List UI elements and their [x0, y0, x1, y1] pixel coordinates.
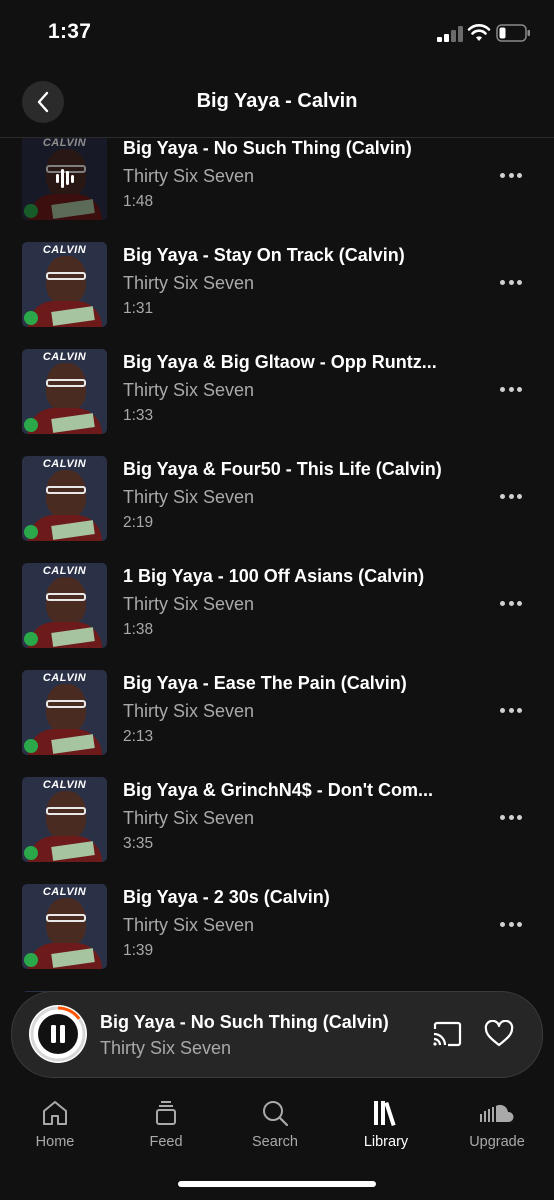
track-artist: Thirty Six Seven [123, 594, 255, 614]
now-playing-title: Big Yaya - No Such Thing (Calvin) [100, 1012, 389, 1032]
page-title: Big Yaya - Calvin [196, 90, 358, 112]
track-duration: 1:33 [123, 407, 154, 424]
track-duration: 2:19 [123, 514, 154, 531]
artwork-logo: CALVIN [42, 672, 87, 684]
track-duration: 2:13 [123, 728, 154, 745]
track-artwork: CALVIN [22, 349, 107, 434]
library-icon [374, 1101, 396, 1127]
track-artist: Thirty Six Seven [123, 273, 255, 293]
tab-home[interactable]: Home [5, 1092, 105, 1162]
artwork-logo: CALVIN [42, 351, 87, 363]
track-row[interactable]: CALVIN Big Yaya - 2 30s (Calvin) Thirty … [0, 884, 554, 991]
tab-label: Upgrade [469, 1134, 525, 1150]
equalizer-icon [55, 168, 74, 188]
track-artist: Thirty Six Seven [123, 166, 255, 186]
battery-icon [496, 24, 530, 42]
nav-header: Big Yaya - Calvin [0, 64, 554, 138]
track-row[interactable]: CALVIN Big Yaya & Four50 - This Life (Ca… [0, 456, 554, 563]
tab-upgrade[interactable]: Upgrade [447, 1092, 547, 1162]
wifi-icon [467, 24, 491, 41]
track-artist: Thirty Six Seven [123, 487, 255, 507]
track-title: Big Yaya - Stay On Track (Calvin) [123, 245, 405, 265]
track-title: Big Yaya - Ease The Pain (Calvin) [123, 673, 407, 693]
track-duration: 1:48 [123, 193, 154, 210]
track-artist: Thirty Six Seven [123, 808, 255, 828]
cast-icon[interactable] [432, 1021, 462, 1047]
tab-label: Feed [149, 1134, 183, 1150]
soundcloud-icon [480, 1104, 514, 1122]
track-title: Big Yaya - 2 30s (Calvin) [123, 887, 330, 907]
track-title: Big Yaya - No Such Thing (Calvin) [123, 138, 412, 158]
track-artist: Thirty Six Seven [123, 380, 255, 400]
track-artwork: CALVIN [22, 884, 107, 969]
status-bar: 1:37 [0, 0, 554, 64]
track-row[interactable]: CALVIN Big Yaya & GrinchN4$ - Don't Com.… [0, 777, 554, 884]
feed-icon [156, 1101, 176, 1125]
tab-search[interactable]: Search [225, 1092, 325, 1162]
track-list[interactable]: CALVIN Big Yaya - No Such Thing (Calvin)… [0, 138, 554, 992]
tab-label: Search [252, 1134, 298, 1150]
more-options-button[interactable] [496, 379, 526, 399]
tab-library[interactable]: Library [336, 1092, 436, 1162]
track-row[interactable]: CALVIN 1 Big Yaya - 100 Off Asians (Calv… [0, 563, 554, 670]
track-duration: 1:39 [123, 942, 154, 959]
track-title: Big Yaya & GrinchN4$ - Don't Com... [123, 780, 434, 800]
home-indicator [178, 1181, 376, 1187]
more-options-button[interactable] [496, 165, 526, 185]
progress-ring [30, 1006, 86, 1062]
more-options-button[interactable] [496, 700, 526, 720]
home-icon [43, 1101, 67, 1125]
mini-player[interactable]: Big Yaya - No Such Thing (Calvin) Thirty… [11, 991, 543, 1078]
pause-button[interactable] [29, 1005, 87, 1063]
track-artist: Thirty Six Seven [123, 915, 255, 935]
track-title: 1 Big Yaya - 100 Off Asians (Calvin) [123, 566, 425, 586]
now-playing-overlay [22, 138, 107, 220]
track-row[interactable]: CALVIN Big Yaya - Stay On Track (Calvin)… [0, 242, 554, 349]
track-artwork: CALVIN [22, 242, 107, 327]
track-title: Big Yaya & Big Gltaow - Opp Runtz... [123, 352, 437, 372]
more-options-button[interactable] [496, 593, 526, 613]
track-row[interactable]: CALVIN Big Yaya - Ease The Pain (Calvin)… [0, 670, 554, 777]
track-artwork: CALVIN [22, 456, 107, 541]
artwork-logo: CALVIN [42, 779, 87, 791]
track-artist: Thirty Six Seven [123, 701, 255, 721]
tab-label: Library [363, 1134, 409, 1150]
status-time: 1:37 [48, 20, 92, 43]
artwork-logo: CALVIN [42, 458, 87, 470]
track-title: Big Yaya & Four50 - This Life (Calvin) [123, 459, 442, 479]
track-row[interactable]: CALVIN Big Yaya - No Such Thing (Calvin)… [0, 138, 554, 242]
tab-feed[interactable]: Feed [116, 1092, 216, 1162]
more-options-button[interactable] [496, 807, 526, 827]
now-playing-artist: Thirty Six Seven [100, 1038, 232, 1058]
more-options-button[interactable] [496, 914, 526, 934]
cellular-signal-icon [437, 26, 463, 42]
track-duration: 1:31 [123, 300, 154, 317]
artwork-logo: CALVIN [42, 886, 87, 898]
track-duration: 3:35 [123, 835, 154, 852]
track-artwork: CALVIN [22, 563, 107, 648]
artwork-logo: CALVIN [42, 565, 87, 577]
pause-icon [51, 1025, 56, 1043]
track-duration: 1:38 [123, 621, 154, 638]
track-row[interactable]: CALVIN Big Yaya & Big Gltaow - Opp Runtz… [0, 349, 554, 456]
artwork-logo: CALVIN [42, 244, 87, 256]
heart-icon[interactable] [484, 1020, 514, 1048]
tab-label: Home [35, 1134, 75, 1150]
search-icon [263, 1101, 289, 1127]
track-artwork: CALVIN [22, 670, 107, 755]
more-options-button[interactable] [496, 486, 526, 506]
track-artwork: CALVIN [22, 138, 107, 220]
more-options-button[interactable] [496, 272, 526, 292]
track-artwork: CALVIN [22, 777, 107, 862]
